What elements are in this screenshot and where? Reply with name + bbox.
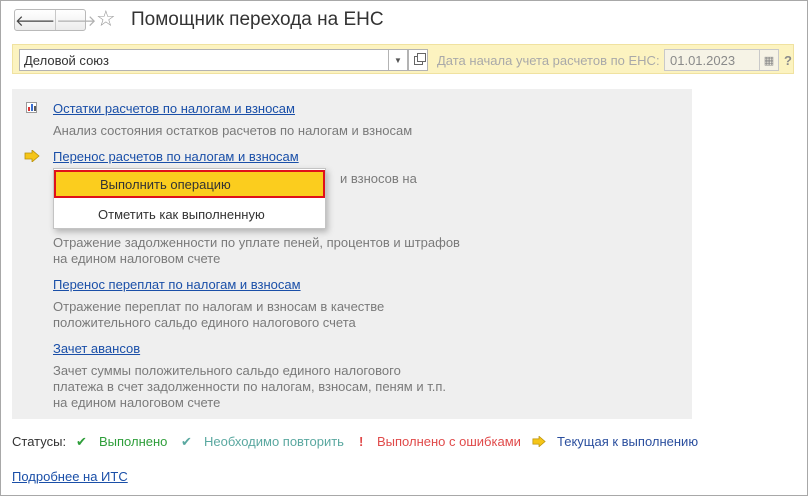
menu-item-mark-done[interactable]: Отметить как выполненную bbox=[54, 200, 325, 228]
chevron-down-icon: ▼ bbox=[394, 55, 402, 65]
help-button[interactable]: ? bbox=[781, 50, 795, 70]
current-arrow-icon bbox=[532, 436, 546, 447]
status-errors-label: Выполнено с ошибками bbox=[377, 434, 521, 449]
calendar-button[interactable]: ▦ bbox=[759, 49, 779, 71]
app-window: 🡐 🡒 ☆ Помощник перехода на ЕНС Деловой с… bbox=[0, 0, 808, 496]
organization-field[interactable]: Деловой союз bbox=[19, 49, 389, 71]
page-title: Помощник перехода на ЕНС bbox=[131, 9, 384, 30]
step-description-penalties: Отражение задолженности по уплате пеней,… bbox=[53, 235, 460, 266]
done-check-icon: ✔ bbox=[76, 434, 87, 449]
step-context-menu: Выполнить операцию Отметить как выполнен… bbox=[53, 168, 326, 229]
step-description-balances: Анализ состояния остатков расчетов по на… bbox=[53, 123, 413, 138]
back-button[interactable]: 🡐 bbox=[15, 10, 55, 30]
chart-icon bbox=[26, 102, 37, 113]
status-done-label: Выполнено bbox=[99, 434, 168, 449]
step-description-advance-offset: Зачет суммы положительного сальдо единог… bbox=[53, 363, 446, 410]
repeat-check-icon: ✔ bbox=[181, 434, 192, 449]
menu-item-run-operation[interactable]: Выполнить операцию bbox=[54, 170, 325, 198]
its-link[interactable]: Подробнее на ИТС bbox=[12, 469, 128, 484]
step-description-transfer-settlements-tail: и взносов на bbox=[340, 171, 417, 186]
date-field[interactable]: 01.01.2023 bbox=[664, 49, 760, 71]
favorite-star-icon[interactable]: ☆ bbox=[96, 7, 116, 31]
organization-dropdown-button[interactable]: ▼ bbox=[388, 49, 408, 71]
date-label: Дата начала учета расчетов по ЕНС: bbox=[437, 53, 660, 68]
status-legend-label: Статусы: bbox=[12, 434, 67, 449]
status-repeat-label: Необходимо повторить bbox=[204, 434, 344, 449]
steps-panel: Остатки расчетов по налогам и взносам Ан… bbox=[12, 89, 692, 419]
open-form-icon bbox=[413, 52, 426, 65]
calendar-icon: ▦ bbox=[763, 54, 775, 67]
step-link-transfer-settlements[interactable]: Перенос расчетов по налогам и взносам bbox=[53, 149, 299, 164]
toolbar: Деловой союз ▼ Дата начала учета расчето… bbox=[12, 44, 794, 74]
step-link-transfer-overpayments[interactable]: Перенос переплат по налогам и взносам bbox=[53, 277, 301, 292]
back-arrow-icon: 🡐 bbox=[15, 12, 56, 30]
organization-open-button[interactable] bbox=[408, 49, 428, 71]
forward-arrow-icon: 🡒 bbox=[56, 12, 97, 30]
step-link-balances[interactable]: Остатки расчетов по налогам и взносам bbox=[53, 101, 295, 116]
step-description-overpayments: Отражение переплат по налогам и взносам … bbox=[53, 299, 385, 330]
error-exclamation-icon: ! bbox=[359, 434, 364, 449]
help-icon: ? bbox=[784, 52, 792, 68]
current-step-arrow-icon bbox=[24, 150, 40, 162]
step-link-advance-offset[interactable]: Зачет авансов bbox=[53, 341, 140, 356]
status-current-label: Текущая к выполнению bbox=[557, 434, 699, 449]
navigation-buttons: 🡐 🡒 bbox=[14, 9, 96, 31]
forward-button[interactable]: 🡒 bbox=[55, 10, 96, 30]
